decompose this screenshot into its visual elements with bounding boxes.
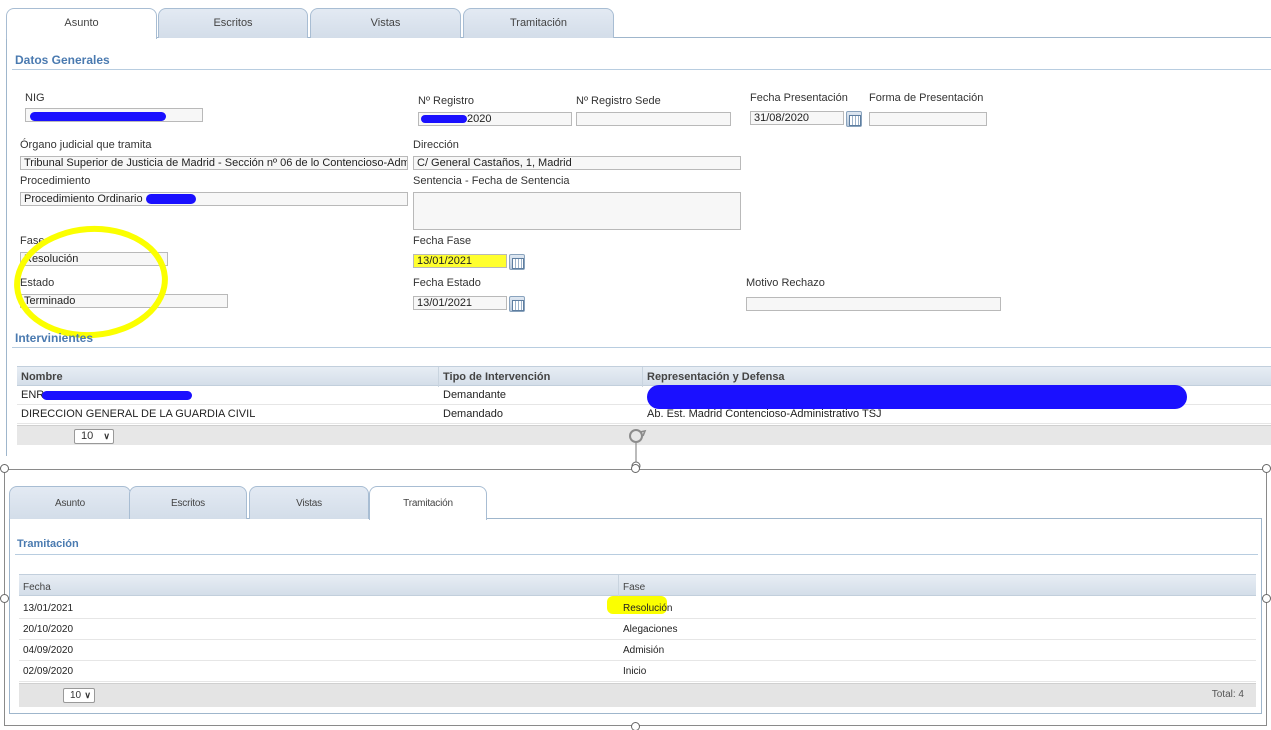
- calendar-icon[interactable]: [509, 296, 525, 312]
- total-count: Total: 4: [1211, 689, 1244, 700]
- tab-escritos[interactable]: Escritos: [158, 8, 308, 38]
- direccion-label: Dirección: [413, 139, 459, 151]
- column-header-tipo[interactable]: Tipo de Intervención: [439, 367, 643, 387]
- fecha-fase-label: Fecha Fase: [413, 235, 472, 247]
- calendar-icon[interactable]: [509, 254, 525, 270]
- forma-presentacion-label: Forma de Presentación: [869, 92, 984, 104]
- fase-cell: Alegaciones: [623, 624, 678, 635]
- tab-tramitacion[interactable]: Tramitación: [463, 8, 614, 38]
- resize-handle[interactable]: [0, 594, 9, 603]
- nig-label: NIG: [25, 92, 45, 104]
- redaction-mark: [30, 112, 166, 121]
- intervinientes-title: Intervinientes: [15, 331, 94, 345]
- section-divider: [12, 69, 1271, 70]
- section-divider: [15, 554, 1258, 555]
- bottom-panel: Asunto Escritos Vistas Tramitación Trami…: [4, 469, 1267, 726]
- redaction-mark: [42, 391, 192, 400]
- forma-presentacion-field[interactable]: [869, 112, 987, 126]
- fecha-fase-field[interactable]: 13/01/2021: [413, 254, 507, 268]
- chevron-down-icon: ∨: [84, 690, 91, 700]
- tab-tramitacion[interactable]: Tramitación: [369, 486, 487, 520]
- fecha-estado-label: Fecha Estado: [413, 277, 481, 289]
- motivo-rechazo-label: Motivo Rechazo: [746, 277, 825, 289]
- tipo-cell: Demandado: [443, 408, 503, 420]
- organo-field[interactable]: Tribunal Superior de Justicia de Madrid …: [20, 156, 408, 170]
- tramitacion-table-header: Fecha Fase: [19, 574, 1256, 597]
- tab-escritos[interactable]: Escritos: [129, 486, 247, 519]
- sentencia-textarea[interactable]: [413, 192, 741, 230]
- calendar-icon[interactable]: [846, 111, 862, 127]
- column-header-fase[interactable]: Fase: [619, 575, 1256, 597]
- fecha-cell: 20/10/2020: [23, 624, 74, 635]
- redaction-mark: [146, 194, 196, 204]
- table-row[interactable]: 02/09/2020 Inicio: [19, 661, 1256, 682]
- nregistro-sede-field[interactable]: [576, 112, 731, 126]
- page-size-select[interactable]: 10 ∨: [63, 688, 95, 703]
- page-size-select[interactable]: 10 ∨: [74, 429, 114, 444]
- column-header-nombre[interactable]: Nombre: [17, 367, 439, 387]
- tramitacion-title: Tramitación: [17, 538, 79, 550]
- fase-cell: Resolución: [623, 603, 673, 614]
- intervinientes-table-header: Nombre Tipo de Intervención Representaci…: [17, 366, 1271, 387]
- column-header-representacion[interactable]: Representación y Defensa: [643, 367, 1271, 387]
- tab-vistas[interactable]: Vistas: [310, 8, 461, 38]
- nombre-cell: DIRECCION GENERAL DE LA GUARDIA CIVIL: [21, 408, 256, 420]
- fecha-presentacion-label: Fecha Presentación: [750, 92, 848, 104]
- tab-asunto[interactable]: Asunto: [6, 8, 157, 39]
- resize-handle[interactable]: [0, 464, 9, 473]
- tramitacion-pager: 10 ∨ Total: 4: [19, 683, 1256, 707]
- table-row[interactable]: 13/01/2021 Resolución: [19, 598, 1256, 619]
- fecha-cell: 02/09/2020: [23, 666, 74, 677]
- tipo-cell: Demandante: [443, 389, 506, 401]
- fase-cell: Admisión: [623, 645, 665, 656]
- organo-label: Órgano judicial que tramita: [20, 139, 152, 151]
- table-row[interactable]: 20/10/2020 Alegaciones: [19, 619, 1256, 640]
- direccion-field[interactable]: C/ General Castaños, 1, Madrid: [413, 156, 741, 170]
- fecha-presentacion-field[interactable]: 31/08/2020: [750, 111, 844, 125]
- fecha-estado-field[interactable]: 13/01/2021: [413, 296, 507, 310]
- resize-handle[interactable]: [631, 722, 640, 730]
- resize-handle[interactable]: [1262, 594, 1271, 603]
- motivo-rechazo-field[interactable]: [746, 297, 1001, 311]
- fecha-cell: 13/01/2021: [23, 603, 74, 614]
- table-row[interactable]: 04/09/2020 Admisión: [19, 640, 1256, 661]
- table-row[interactable]: DIRECCION GENERAL DE LA GUARDIA CIVIL De…: [17, 405, 1271, 424]
- representacion-cell: Ab. Est. Madrid Contencioso-Administrati…: [647, 408, 882, 420]
- fase-cell: Inicio: [623, 666, 647, 677]
- section-divider: [12, 347, 1271, 348]
- nregistro-label: Nº Registro: [418, 95, 474, 107]
- datos-generales-title: Datos Generales: [15, 53, 110, 67]
- tab-vistas[interactable]: Vistas: [249, 486, 369, 519]
- chevron-down-icon: ∨: [103, 431, 110, 441]
- page-size-value: 10: [81, 430, 94, 442]
- sentencia-label: Sentencia - Fecha de Sentencia: [413, 175, 570, 187]
- top-panel: Asunto Escritos Vistas Tramitación Datos…: [0, 0, 1271, 456]
- fecha-cell: 04/09/2020: [23, 645, 74, 656]
- redaction-mark: [421, 115, 467, 123]
- page-size-value: 10: [70, 690, 82, 701]
- procedimiento-label: Procedimiento: [20, 175, 91, 187]
- resize-handle[interactable]: [631, 464, 640, 473]
- resize-handle[interactable]: [1262, 464, 1271, 473]
- procedimiento-field[interactable]: Procedimiento Ordinario: [20, 192, 408, 206]
- nregistro-sede-label: Nº Registro Sede: [576, 95, 661, 107]
- column-header-fecha[interactable]: Fecha: [19, 575, 619, 597]
- tab-asunto[interactable]: Asunto: [9, 486, 131, 519]
